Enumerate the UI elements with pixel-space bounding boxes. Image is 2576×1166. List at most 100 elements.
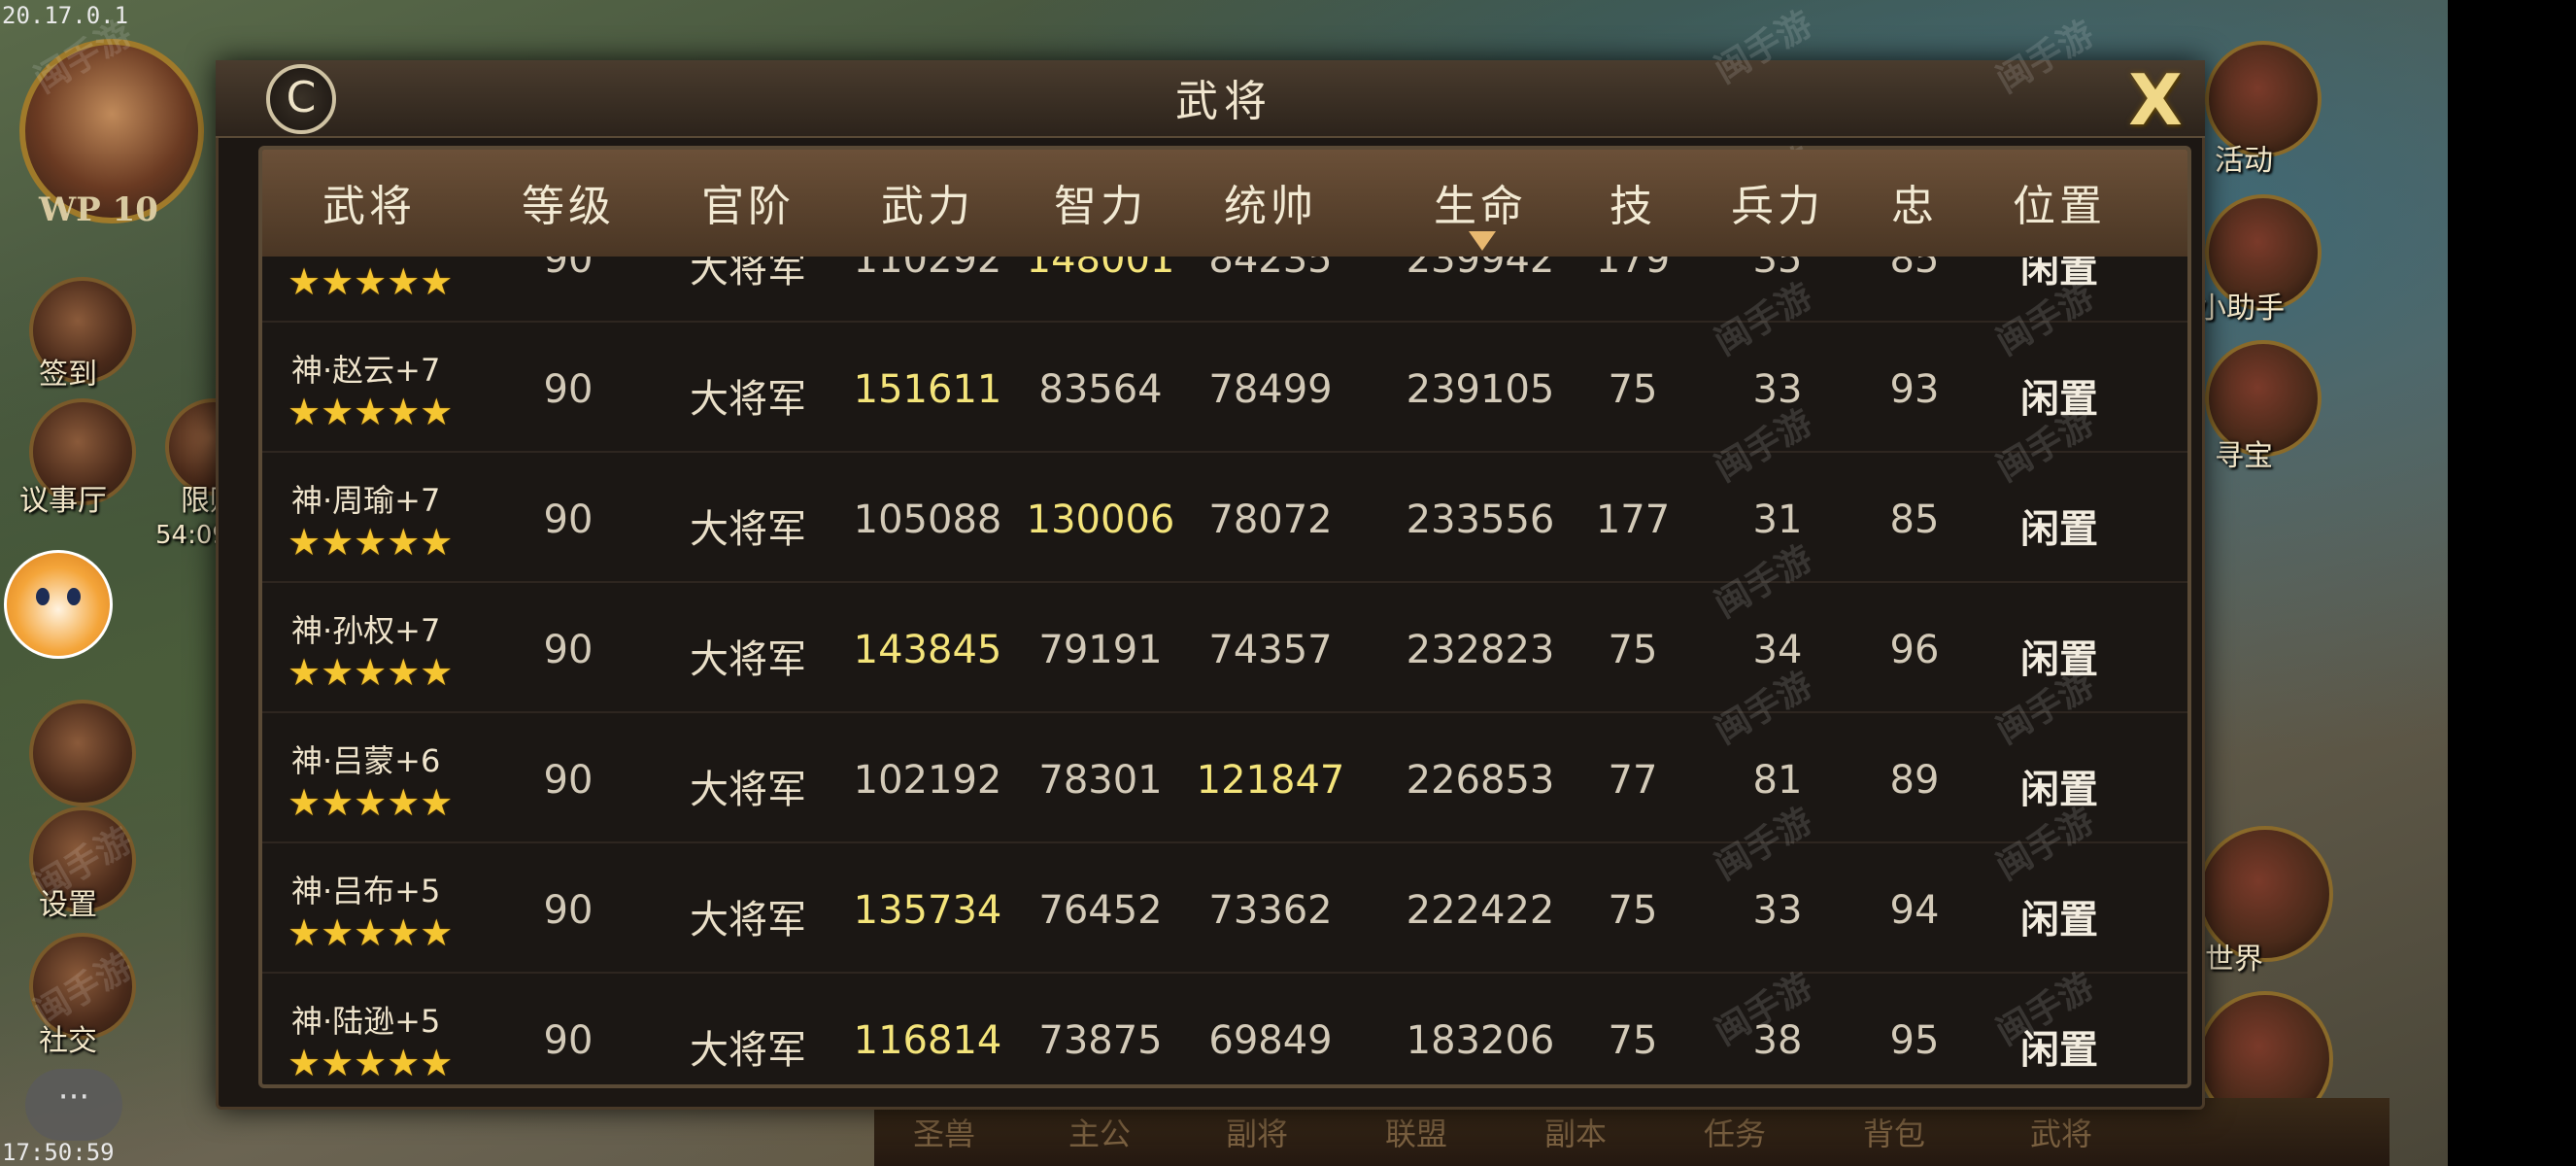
general-name: 神·陆逊+5 [291, 1003, 441, 1040]
status-clock: 17:50:59 [2, 1139, 115, 1166]
refresh-icon[interactable]: C [266, 64, 336, 134]
bottom-menu-dungeon[interactable]: 副本 [1544, 1110, 1607, 1154]
cell-command: 74357 [1208, 628, 1333, 672]
header-loyalty[interactable]: 忠 [1871, 171, 1958, 233]
cell-troops: 38 [1752, 1018, 1803, 1063]
header-intel[interactable]: 智力 [1018, 171, 1183, 233]
checkin-label: 签到 [39, 358, 97, 392]
star-rating-icon: ★★★★★ [288, 521, 454, 564]
cell-troops: 34 [1752, 628, 1803, 672]
cell-troops: 31 [1752, 497, 1803, 542]
header-skill[interactable]: 技 [1589, 171, 1677, 233]
cell-level: 90 [543, 888, 593, 933]
assistant-cat-avatar[interactable] [4, 550, 113, 659]
general-name: 神·周瑜+7 [291, 482, 441, 519]
cell-intel: 83564 [1038, 367, 1163, 412]
cell-skill: 77 [1608, 758, 1658, 803]
cell-hp: 226853 [1406, 758, 1555, 803]
chat-button[interactable]: ··· [25, 1069, 122, 1141]
header-level[interactable]: 等级 [495, 171, 641, 233]
star-rating-icon: ★★★★★ [288, 651, 454, 694]
cell-force: 116814 [853, 1018, 1002, 1063]
cell-command: 78072 [1208, 497, 1333, 542]
cell-level: 90 [543, 758, 593, 803]
dialog-title: 武将 [1175, 77, 1272, 126]
star-rating-icon: ★★★★★ [288, 1042, 454, 1084]
cell-skill: 75 [1608, 628, 1658, 672]
cell-troops: 33 [1752, 888, 1803, 933]
cell-force: 143845 [853, 628, 1002, 672]
screen-edge [2448, 0, 2576, 1166]
cell-troops: 33 [1752, 367, 1803, 412]
generals-table: 武将 等级 官阶 武力 智力 统帅 生命 技 兵力 忠 位置 ★★★★★ 90 大将… [258, 146, 2191, 1088]
cell-hp: 232823 [1406, 628, 1555, 672]
cell-loyalty: 85 [1889, 497, 1940, 542]
cell-level: 90 [543, 1018, 593, 1063]
cell-rank: 大将军 [690, 768, 806, 812]
cell-position[interactable]: 闲置 [1972, 628, 2147, 684]
star-rating-icon: ★★★★★ [288, 781, 454, 824]
world-label: 世界 [2205, 943, 2263, 977]
header-general[interactable]: 武将 [282, 171, 457, 233]
header-hp[interactable]: 生命 [1393, 171, 1568, 233]
bottom-menu-beast[interactable]: 圣兽 [913, 1110, 975, 1154]
cell-intel: 76452 [1038, 888, 1163, 933]
general-name: 神·吕布+5 [291, 873, 441, 909]
table-row[interactable]: 神·吕蒙+6 ★★★★★ 90 大将军 102192 78301 121847 226853 7… [262, 713, 2187, 843]
cell-hp: 233556 [1406, 497, 1555, 542]
table-row[interactable]: 神·吕布+5 ★★★★★ 90 大将军 135734 76452 73362 222422 75… [262, 843, 2187, 974]
bottom-menu-alliance[interactable]: 联盟 [1385, 1110, 1447, 1154]
cell-level: 90 [543, 628, 593, 672]
events-label: 活动 [2215, 144, 2273, 178]
general-name: 神·吕蒙+6 [291, 742, 441, 779]
cell-hp: 239105 [1406, 367, 1555, 412]
cell-force: 151611 [853, 367, 1002, 412]
cell-position[interactable]: 闲置 [1972, 497, 2147, 554]
bottom-menu-quest[interactable]: 任务 [1704, 1110, 1766, 1154]
helper-label: 小助手 [2197, 292, 2285, 326]
cell-rank: 大将军 [690, 377, 806, 422]
bottom-menu-generals[interactable]: 武将 [2030, 1110, 2092, 1154]
cell-position[interactable]: 闲置 [1972, 888, 2147, 944]
cell-loyalty: 96 [1889, 628, 1940, 672]
header-position[interactable]: 位置 [1972, 171, 2147, 233]
table-row[interactable]: 神·赵云+7 ★★★★★ 90 大将军 151611 83564 78499 239105 75… [262, 323, 2187, 453]
bottom-menu-bag[interactable]: 背包 [1863, 1110, 1925, 1154]
star-rating-icon: ★★★★★ [288, 911, 454, 954]
header-troops[interactable]: 兵力 [1700, 171, 1855, 233]
cell-loyalty: 89 [1889, 758, 1940, 803]
header-force[interactable]: 武力 [845, 171, 1010, 233]
cell-loyalty: 93 [1889, 367, 1940, 412]
bottom-menu-lord[interactable]: 主公 [1068, 1110, 1131, 1154]
close-icon[interactable]: X [2118, 62, 2193, 138]
general-name: 神·孙权+7 [291, 612, 441, 649]
cell-loyalty: 95 [1889, 1018, 1940, 1063]
header-command[interactable]: 统帅 [1193, 171, 1348, 233]
header-rank[interactable]: 官阶 [670, 171, 826, 233]
star-rating-icon: ★★★★★ [288, 391, 454, 433]
cell-loyalty: 94 [1889, 888, 1940, 933]
star-rating-icon: ★★★★★ [288, 260, 454, 303]
mail-button[interactable] [29, 700, 136, 806]
table-row[interactable]: 神·周瑜+7 ★★★★★ 90 大将军 105088 130006 78072 233556 1… [262, 453, 2187, 583]
cell-force: 102192 [853, 758, 1002, 803]
cell-skill: 75 [1608, 367, 1658, 412]
table-row[interactable]: 神·孙权+7 ★★★★★ 90 大将军 143845 79191 74357 232823 75… [262, 583, 2187, 713]
cell-skill: 75 [1608, 888, 1658, 933]
sort-desc-icon [1469, 231, 1496, 251]
table-header: 武将 等级 官阶 武力 智力 统帅 生命 技 兵力 忠 位置 [262, 150, 2187, 257]
cell-skill: 177 [1595, 497, 1671, 542]
cell-position[interactable]: 闲置 [1972, 758, 2147, 814]
cell-rank: 大将军 [690, 507, 806, 552]
cell-rank: 大将军 [690, 898, 806, 943]
bottom-menu-deputy[interactable]: 副将 [1226, 1110, 1288, 1154]
status-ip: 20.17.0.1 [2, 2, 129, 29]
settings-label: 设置 [39, 888, 97, 922]
cell-force: 135734 [853, 888, 1002, 933]
cell-rank: 大将军 [690, 1028, 806, 1073]
table-row[interactable]: 神·陆逊+5 ★★★★★ 90 大将军 116814 73875 69849 183206 75… [262, 974, 2187, 1084]
cell-intel: 78301 [1038, 758, 1163, 803]
cell-position[interactable]: 闲置 [1972, 367, 2147, 424]
cell-position[interactable]: 闲置 [1972, 1018, 2147, 1075]
cell-command: 121847 [1196, 758, 1345, 803]
